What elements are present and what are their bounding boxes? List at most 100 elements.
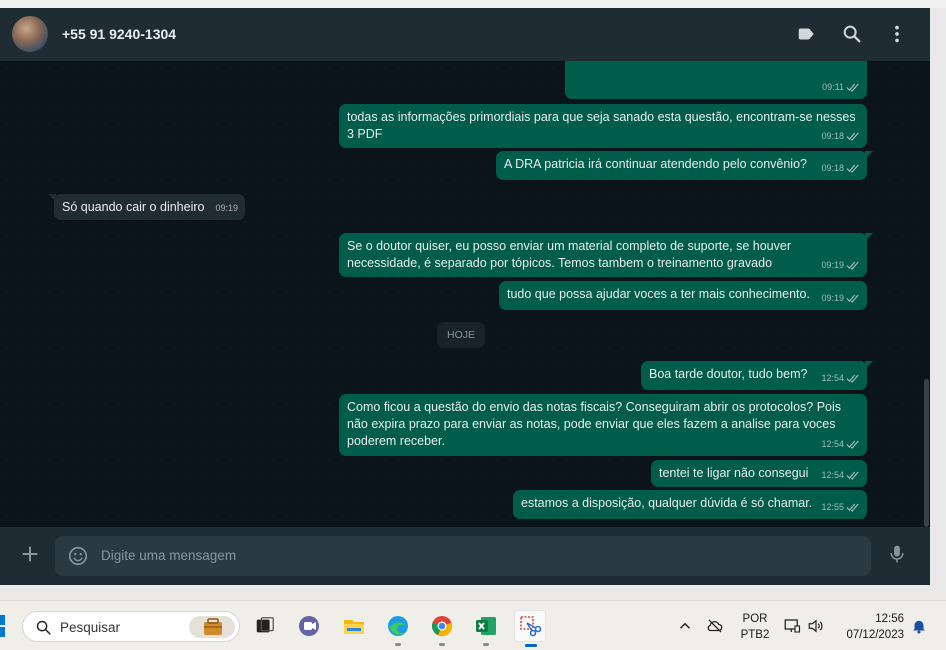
day-divider: HOJE xyxy=(437,322,485,348)
message-time: 12:55 xyxy=(821,502,844,512)
message-time: 09:19 xyxy=(821,293,844,303)
message-text: tudo que possa ajudar voces a ter mais c… xyxy=(507,287,810,301)
plus-icon[interactable] xyxy=(19,543,41,565)
task-view-icon xyxy=(256,617,274,633)
windows-taskbar: Pesquisar POR PTB2 12:56 07/12/2023 xyxy=(0,600,946,650)
double-check-icon xyxy=(846,374,859,383)
message-meta: 09:19 xyxy=(821,290,860,307)
snipping-tool-icon xyxy=(520,616,542,637)
task-view-button[interactable] xyxy=(251,612,279,640)
double-check-icon xyxy=(846,503,859,512)
message-meta: 12:54 xyxy=(821,467,860,484)
clock-time: 12:56 xyxy=(875,613,904,625)
language-code: POR xyxy=(742,613,768,625)
message-time: 09:19 xyxy=(215,203,238,213)
bubble-tail xyxy=(48,194,56,202)
message-list[interactable]: 09:11 todas as informações primordiais p… xyxy=(0,61,930,527)
message-text: todas as informações primordiais para qu… xyxy=(347,110,856,141)
chat-scrollbar[interactable] xyxy=(924,379,929,527)
message-meta: 09:19 xyxy=(821,257,860,274)
bubble-tail xyxy=(865,361,873,369)
window-right-edge xyxy=(930,8,946,600)
double-check-icon xyxy=(846,164,859,173)
message-meta: 09:11 xyxy=(822,79,860,96)
double-check-icon xyxy=(846,83,859,92)
double-check-icon xyxy=(846,261,859,270)
message-meta: 12:54 xyxy=(821,370,860,387)
message-bubble-outgoing[interactable]: 09:11 xyxy=(565,61,867,99)
snipping-tool-button[interactable] xyxy=(514,610,546,647)
message-meta: 09:19 xyxy=(215,200,238,217)
message-time: 09:19 xyxy=(821,260,844,270)
message-text: A DRA patricia irá continuar atendendo p… xyxy=(504,157,807,171)
running-indicator xyxy=(395,643,401,646)
whatsapp-window: +55 91 9240-1304 09:11 todas as informaç… xyxy=(0,8,930,585)
message-bubble-outgoing[interactable]: tudo que possa ajudar voces a ter mais c… xyxy=(499,281,867,310)
message-time: 09:11 xyxy=(822,82,844,92)
bubble-tail xyxy=(865,151,873,159)
message-time: 09:18 xyxy=(821,163,844,173)
message-meta: 12:54 xyxy=(821,436,860,453)
keyboard-layout: PTB2 xyxy=(740,629,770,641)
taskbar-search-box[interactable]: Pesquisar xyxy=(22,611,240,642)
windows-start-icon[interactable] xyxy=(0,614,10,638)
message-input-placeholder: Digite uma mensagem xyxy=(101,548,237,563)
double-check-icon xyxy=(846,471,859,480)
chrome-icon xyxy=(432,616,453,636)
window-top-edge xyxy=(0,0,946,8)
message-time: 12:54 xyxy=(821,439,844,449)
running-indicator xyxy=(439,643,445,646)
message-text: Como ficou a questão do envio das notas … xyxy=(347,400,842,448)
briefcase-icon xyxy=(204,618,222,635)
chrome-button[interactable] xyxy=(428,612,456,646)
contact-name[interactable]: +55 91 9240-1304 xyxy=(62,26,176,42)
message-text: tentei te ligar não consegui xyxy=(659,466,809,480)
message-bubble-outgoing[interactable]: todas as informações primordiais para qu… xyxy=(339,104,867,148)
file-explorer-button[interactable] xyxy=(340,612,368,640)
message-bubble-outgoing[interactable]: Se o doutor quiser, eu posso enviar um m… xyxy=(339,233,873,277)
bubble-tail xyxy=(865,233,873,241)
message-bubble-incoming[interactable]: Só quando cair o dinheiro 09:19 xyxy=(48,194,245,220)
message-composer: Digite uma mensagem xyxy=(0,527,930,585)
message-time: 12:54 xyxy=(821,373,844,383)
excel-button[interactable] xyxy=(472,612,500,646)
message-text: Boa tarde doutor, tudo bem? xyxy=(649,367,808,381)
running-indicator xyxy=(483,643,489,646)
chevron-up-icon[interactable] xyxy=(676,617,694,635)
edge-icon xyxy=(388,616,408,636)
search-icon xyxy=(36,620,51,635)
language-indicator[interactable]: POR PTB2 xyxy=(738,611,772,643)
volume-icon[interactable] xyxy=(807,617,825,635)
teams-icon xyxy=(299,616,319,636)
message-meta: 09:18 xyxy=(821,128,860,145)
message-bubble-outgoing[interactable]: estamos a disposição, qualquer dúvida é … xyxy=(513,490,867,519)
message-bubble-outgoing[interactable]: Como ficou a questão do envio das notas … xyxy=(339,394,867,456)
edge-button[interactable] xyxy=(384,612,412,646)
clock[interactable]: 12:56 07/12/2023 xyxy=(838,611,904,643)
message-text: estamos a disposição, qualquer dúvida é … xyxy=(521,496,813,510)
message-bubble-outgoing[interactable]: tentei te ligar não consegui 12:54 xyxy=(651,460,867,487)
window-bottom-edge xyxy=(0,585,946,600)
message-text: Só quando cair o dinheiro xyxy=(62,200,205,214)
double-check-icon xyxy=(846,440,859,449)
label-icon[interactable] xyxy=(796,23,818,45)
message-bubble-outgoing[interactable]: Boa tarde doutor, tudo bem? 12:54 xyxy=(641,361,873,390)
message-meta: 09:18 xyxy=(821,160,860,177)
notification-bell-icon[interactable] xyxy=(910,617,928,635)
double-check-icon xyxy=(846,132,859,141)
monitor-icon[interactable] xyxy=(783,617,801,635)
more-vertical-icon[interactable] xyxy=(886,23,908,45)
search-highlight-badge xyxy=(189,616,235,638)
message-input[interactable]: Digite uma mensagem xyxy=(55,536,871,576)
cloud-offline-icon[interactable] xyxy=(706,617,724,635)
double-check-icon xyxy=(846,294,859,303)
emoji-icon[interactable] xyxy=(67,545,89,567)
mic-icon[interactable] xyxy=(887,543,907,565)
teams-button[interactable] xyxy=(295,612,323,640)
contact-avatar[interactable] xyxy=(12,16,48,52)
search-icon[interactable] xyxy=(841,23,863,45)
message-text: Se o doutor quiser, eu posso enviar um m… xyxy=(347,239,792,270)
chat-header: +55 91 9240-1304 xyxy=(0,8,930,61)
message-bubble-outgoing[interactable]: A DRA patricia irá continuar atendendo p… xyxy=(496,151,873,180)
message-meta: 12:55 xyxy=(821,499,860,516)
